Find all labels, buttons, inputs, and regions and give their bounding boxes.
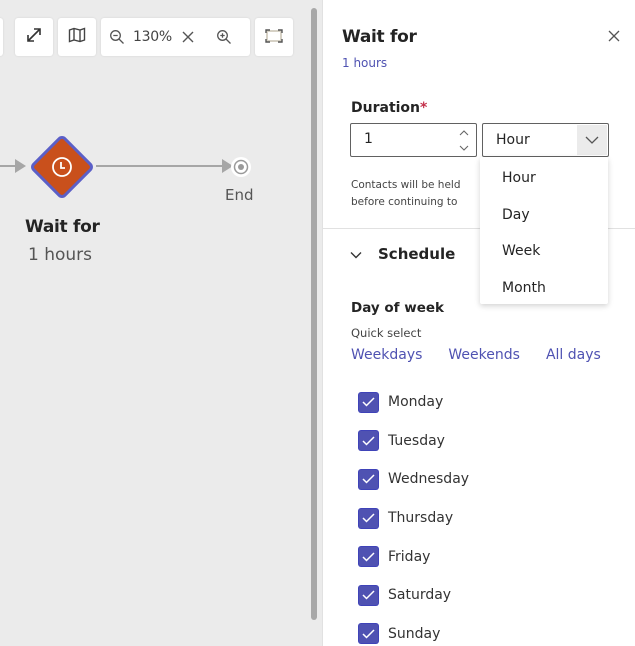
expand-arrows-icon [25, 26, 43, 48]
end-node[interactable] [230, 156, 252, 178]
day-checkbox-wednesday[interactable]: Wednesday [359, 460, 469, 499]
duration-label-text: Duration [351, 100, 421, 116]
dropdown-option-week[interactable]: Week [480, 233, 608, 270]
decrement-button[interactable] [457, 142, 471, 154]
quick-select-all-days[interactable]: All days [546, 347, 601, 363]
day-label: Sunday [388, 625, 441, 642]
close-icon [182, 28, 194, 47]
helper-line-1: Contacts will be held [351, 179, 461, 191]
quick-select-weekends[interactable]: Weekends [448, 347, 520, 363]
checkmark-icon [362, 397, 375, 407]
dropdown-option-day[interactable]: Day [480, 197, 608, 234]
minimap-button[interactable] [58, 18, 96, 56]
duration-unit-select[interactable]: Hour [482, 123, 609, 157]
wait-node-title: Wait for [25, 217, 100, 237]
clock-icon [50, 155, 74, 183]
flow-canvas[interactable]: 130% Wait for 1 hours End [0, 0, 322, 646]
checkbox-checked[interactable] [359, 585, 378, 605]
zoom-in-icon[interactable] [216, 29, 232, 45]
arrow-head-in [15, 159, 26, 173]
checkmark-icon [362, 474, 375, 485]
properties-panel: Wait for 1 hours Duration* Hour Contacts… [322, 0, 635, 646]
checkbox-checked[interactable] [359, 431, 378, 451]
expand-button[interactable] [15, 18, 53, 56]
day-of-week-label: Day of week [351, 300, 445, 316]
connector-in [0, 165, 16, 167]
canvas-scrollbar[interactable] [311, 8, 317, 620]
day-checkbox-sunday[interactable]: Sunday [359, 615, 469, 646]
reset-zoom-button[interactable] [182, 28, 194, 47]
checkbox-checked[interactable] [359, 469, 378, 489]
quick-select-label: Quick select [351, 326, 422, 340]
day-label: Thursday [388, 510, 454, 527]
day-checkbox-thursday[interactable]: Thursday [359, 499, 469, 538]
close-panel-button[interactable] [603, 25, 625, 47]
fit-to-screen-icon [265, 28, 283, 47]
day-label: Monday [388, 394, 444, 411]
close-icon [608, 27, 620, 46]
schedule-title: Schedule [378, 244, 456, 263]
duration-helper-text: Contacts will be held before continuing … [351, 177, 475, 211]
required-mark: * [420, 100, 428, 116]
wait-node-subtitle: 1 hours [28, 245, 93, 265]
helper-line-2: before continuing to [351, 196, 458, 208]
duration-number-field[interactable] [350, 123, 477, 157]
zoom-out-icon[interactable] [109, 29, 125, 45]
day-label: Wednesday [388, 471, 470, 488]
checkbox-checked[interactable] [359, 624, 378, 644]
panel-title: Wait for [342, 27, 417, 47]
panel-subtitle: 1 hours [342, 56, 388, 70]
toolbar-button-partial[interactable] [0, 18, 3, 56]
dropdown-option-month[interactable]: Month [480, 270, 608, 307]
duration-input[interactable] [364, 131, 454, 147]
checkbox-checked[interactable] [359, 547, 378, 567]
selected-unit: Hour [496, 132, 530, 148]
day-checkbox-friday[interactable]: Friday [359, 537, 469, 576]
dropdown-option-hour[interactable]: Hour [480, 160, 608, 197]
map-icon [68, 27, 86, 47]
wait-for-node[interactable] [26, 131, 98, 203]
connector-out [96, 165, 228, 167]
unit-dropdown-menu: Hour Day Week Month [480, 157, 608, 304]
schedule-section-toggle[interactable]: Schedule [350, 244, 455, 263]
fit-to-screen-button[interactable] [255, 18, 293, 56]
quick-select-links: Weekdays Weekends All days [351, 347, 601, 363]
end-target-icon [230, 157, 252, 182]
checkmark-icon [362, 436, 375, 446]
day-checkbox-list: Monday Tuesday Wednesday Thursday Friday… [359, 383, 469, 646]
day-checkbox-monday[interactable]: Monday [359, 383, 469, 422]
day-label: Friday [388, 548, 431, 565]
day-checkbox-tuesday[interactable]: Tuesday [359, 422, 469, 461]
checkbox-checked[interactable] [359, 392, 378, 412]
zoom-controls: 130% [101, 18, 250, 56]
duration-label: Duration* [351, 100, 427, 116]
checkmark-icon [362, 552, 375, 562]
zoom-level: 130% [133, 29, 172, 45]
day-checkbox-saturday[interactable]: Saturday [359, 576, 469, 615]
checkbox-checked[interactable] [359, 508, 378, 528]
checkmark-icon [362, 513, 375, 523]
end-node-label: End [225, 186, 254, 204]
quick-select-weekdays[interactable]: Weekdays [351, 347, 422, 363]
checkmark-icon [362, 590, 375, 600]
day-label: Saturday [388, 587, 452, 604]
chevron-down-icon[interactable] [577, 125, 607, 155]
chevron-down-icon [350, 244, 362, 263]
increment-button[interactable] [457, 127, 471, 139]
day-label: Tuesday [388, 432, 445, 449]
checkmark-icon [362, 629, 375, 639]
